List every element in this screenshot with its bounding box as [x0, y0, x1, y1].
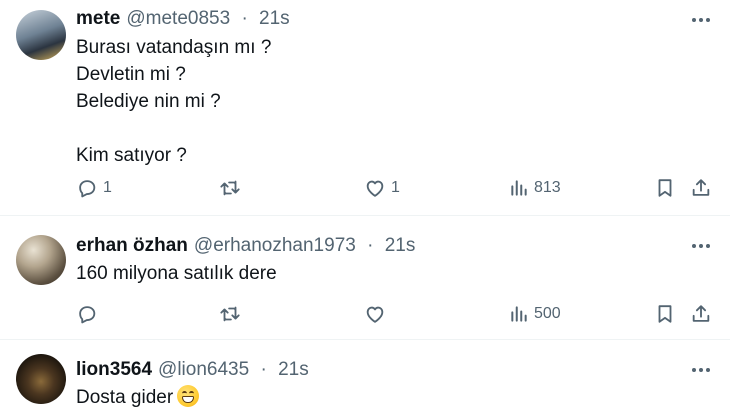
retweet-button[interactable] — [218, 175, 242, 201]
tweet-meta: @mete0853 · 21s — [126, 8, 289, 30]
views-chart-icon — [511, 306, 527, 322]
share-button[interactable] — [690, 175, 712, 201]
tweet-actions: 500 — [0, 301, 730, 327]
share-icon — [692, 305, 710, 322]
tweet[interactable]: mete @mete0853 · 21s Burası vatandaşın m… — [0, 0, 730, 216]
tweet-meta: @lion6435 · 21s — [158, 359, 309, 381]
display-name[interactable]: mete — [76, 8, 120, 30]
heart-icon — [366, 306, 384, 323]
reply-icon — [79, 306, 96, 324]
bookmark-button[interactable] — [654, 301, 676, 327]
retweet-button[interactable] — [218, 301, 242, 327]
timestamp[interactable]: 21s — [278, 359, 309, 380]
views-count: 500 — [534, 305, 561, 322]
tweet-meta: @erhanozhan1973 · 21s — [194, 235, 415, 257]
tweet-text: 160 milyona satılık dere — [76, 260, 277, 287]
avatar[interactable] — [16, 354, 66, 404]
views-button[interactable]: 813 — [509, 175, 561, 201]
tweet-text-line: Kim satıyor ? — [76, 145, 187, 166]
tweet-text: Burası vatandaşın mı ? Devletin mi ? Beled… — [76, 34, 271, 169]
share-button[interactable] — [690, 301, 712, 327]
tweet-text-line: 160 milyona satılık dere — [76, 263, 277, 284]
share-icon — [692, 179, 710, 196]
like-button[interactable] — [364, 301, 386, 327]
tweet-text-line: Burası vatandaşın mı ? — [76, 37, 272, 58]
handle[interactable]: @lion6435 — [158, 359, 249, 380]
display-name[interactable]: erhan özhan — [76, 235, 188, 257]
avatar[interactable] — [16, 10, 66, 60]
tweet-actions: 1 1 813 — [0, 175, 730, 201]
more-horizontal-icon[interactable] — [688, 10, 714, 30]
retweet-icon — [220, 306, 240, 322]
avatar[interactable] — [16, 235, 66, 285]
tweet-text-line: Belediye nin mi ? — [76, 91, 221, 112]
views-count: 813 — [534, 179, 561, 196]
views-button[interactable]: 500 — [509, 301, 561, 327]
handle[interactable]: @erhanozhan1973 — [194, 235, 356, 256]
reply-count: 1 — [103, 179, 112, 196]
bookmark-icon — [658, 179, 672, 197]
tweet[interactable]: erhan özhan @erhanozhan1973 · 21s 160 mi… — [0, 216, 730, 340]
display-name[interactable]: lion3564 — [76, 359, 152, 381]
tweet-text-line: Dosta gider — [76, 387, 174, 408]
tweet-feed: mete @mete0853 · 21s Burası vatandaşın m… — [0, 0, 730, 420]
reply-icon — [79, 180, 96, 198]
reply-button[interactable]: 1 — [76, 175, 112, 201]
bookmark-button[interactable] — [654, 175, 676, 201]
more-horizontal-icon[interactable] — [688, 360, 714, 380]
timestamp[interactable]: 21s — [259, 8, 290, 29]
views-chart-icon — [511, 180, 527, 196]
separator-dot: · — [241, 8, 248, 29]
tweet[interactable]: lion3564 @lion6435 · 21s Dosta gider — [0, 340, 730, 420]
tweet-header: erhan özhan @erhanozhan1973 · 21s — [76, 234, 415, 258]
retweet-icon — [220, 180, 240, 196]
like-count: 1 — [391, 179, 400, 196]
tweet-text-line — [76, 115, 271, 142]
timestamp[interactable]: 21s — [385, 235, 416, 256]
bookmark-icon — [658, 305, 672, 323]
tweet-text-line: Devletin mi ? — [76, 64, 186, 85]
more-horizontal-icon[interactable] — [688, 236, 714, 256]
separator-dot: · — [367, 235, 374, 256]
tweet-header: mete @mete0853 · 21s — [76, 7, 290, 31]
heart-icon — [366, 180, 384, 197]
handle[interactable]: @mete0853 — [126, 8, 230, 29]
tweet-header: lion3564 @lion6435 · 21s — [76, 358, 309, 382]
tweet-text: Dosta gider — [76, 384, 200, 411]
reply-button[interactable] — [76, 301, 98, 327]
like-button[interactable]: 1 — [364, 175, 400, 201]
grinning-face-emoji-icon — [177, 385, 200, 407]
separator-dot: · — [260, 359, 267, 380]
